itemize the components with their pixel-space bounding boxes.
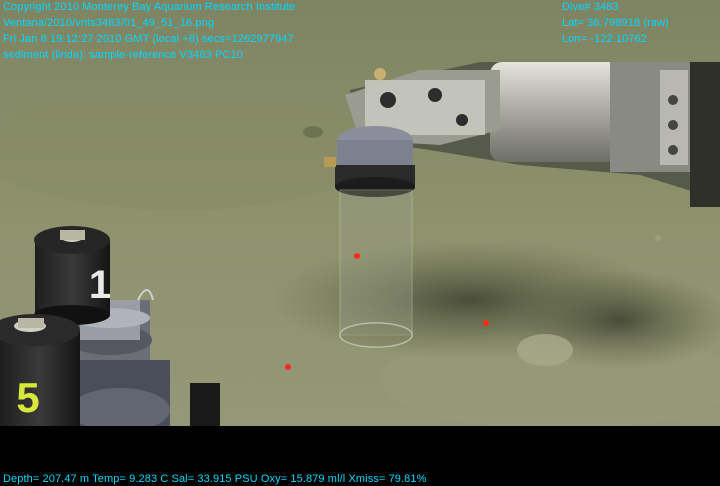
- laser-dot: [285, 364, 291, 370]
- sensor-readout-text: Depth= 207.47 m Temp= 9.283 C Sal= 33.91…: [3, 473, 427, 485]
- sediment-depression: [517, 334, 573, 366]
- small-rock: [303, 126, 323, 138]
- dive-number-text: Dive# 3483: [562, 1, 619, 13]
- latitude-text: Lat= 36.798918 (raw): [562, 17, 669, 29]
- seafloor-scene: 1 5: [0, 0, 720, 426]
- longitude-text: Lon= -122.10762: [562, 33, 647, 45]
- tube-label-1: 1: [89, 263, 111, 307]
- tube-label-5: 5: [16, 374, 39, 421]
- laser-dot: [354, 253, 360, 259]
- small-rock: [655, 235, 661, 241]
- sample-reference-text: sediment (linda): sample-reference V3483…: [3, 49, 243, 61]
- laser-dot: [483, 320, 489, 326]
- file-path-text: Ventana/2010/vnts3483/01_49_51_16.png: [3, 17, 215, 29]
- timestamp-text: Fri Jan 8 19:12:27 2010 GMT (local +8) s…: [3, 33, 294, 45]
- copyright-text: Copyright 2010 Monterey Bay Aquarium Res…: [3, 1, 296, 13]
- video-frame: 1 5 Copyright 2010 Monterey Bay Aquarium…: [0, 0, 720, 486]
